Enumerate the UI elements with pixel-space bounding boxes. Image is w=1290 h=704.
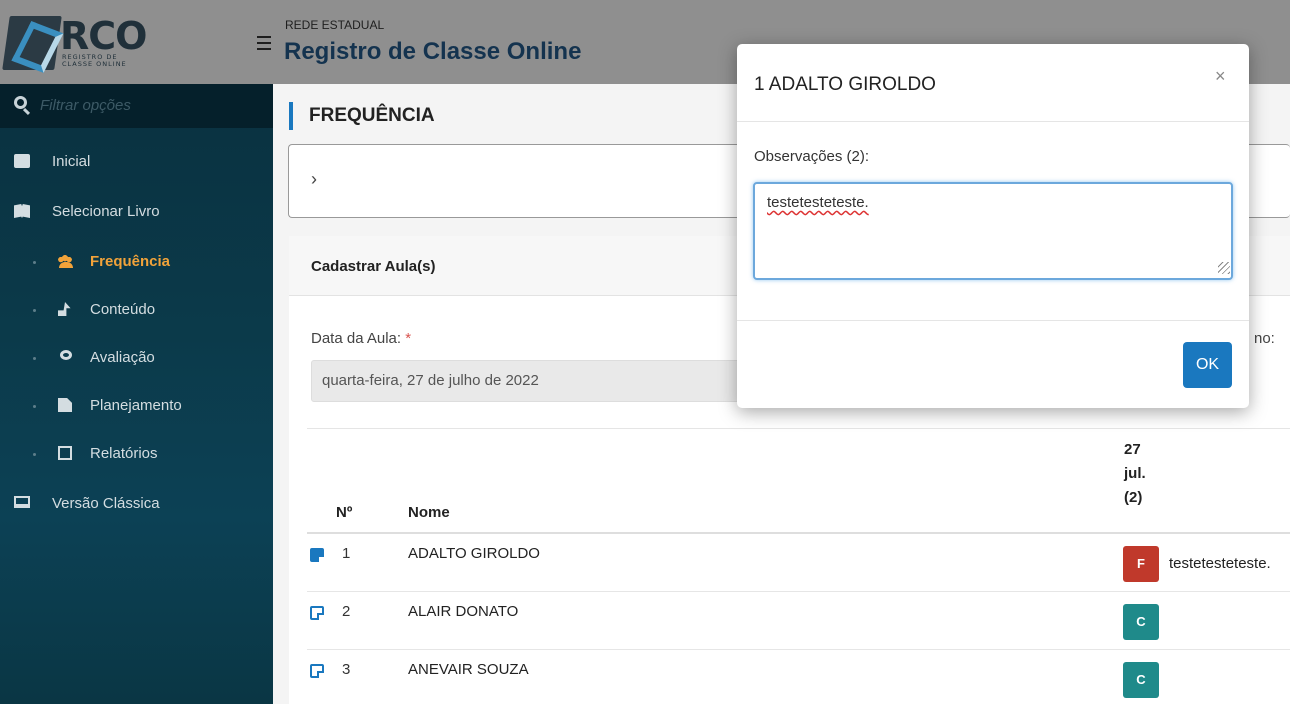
column-date-header: 27 jul. (2): [1124, 438, 1146, 510]
home-board-icon: [14, 154, 30, 168]
modal-title: 1 ADALTO GIROLDO: [754, 74, 936, 95]
column-date-count: (2): [1124, 489, 1143, 506]
attendance-badge[interactable]: C: [1123, 604, 1159, 640]
ok-button[interactable]: OK: [1183, 342, 1232, 388]
award-icon: [60, 350, 72, 360]
sidebar-item-versao-classica[interactable]: Versão Clássica: [0, 486, 273, 522]
monitor-icon: [14, 496, 30, 508]
divider: [307, 428, 1290, 429]
sidebar-item-label: Avaliação: [90, 349, 155, 366]
student-number: 1: [342, 545, 351, 562]
sidebar-item-avaliacao[interactable]: Avaliação: [0, 340, 273, 376]
sidebar-item-label: Versão Clássica: [52, 495, 160, 512]
student-number: 2: [342, 603, 351, 620]
required-mark: *: [405, 330, 412, 347]
modal-footer-divider: [737, 320, 1249, 321]
note-icon[interactable]: [310, 606, 324, 620]
logo-area: RCO REGISTRO DE CLASSE ONLINE: [0, 0, 273, 84]
column-date-month: jul.: [1124, 465, 1146, 482]
hamburger-menu-icon[interactable]: [257, 36, 271, 50]
observation-modal: 1 ADALTO GIROLDO × Observações (2): test…: [737, 44, 1249, 408]
rco-logo[interactable]: RCO REGISTRO DE CLASSE ONLINE: [2, 12, 147, 74]
page-title: FREQUÊNCIA: [289, 102, 435, 130]
column-header-number: Nº: [336, 504, 353, 521]
logo-text: RCO: [60, 14, 147, 58]
sidebar-item-label: Frequência: [90, 253, 171, 270]
header-title: Registro de Classe Online: [284, 38, 582, 65]
observations-textarea[interactable]: testetesteteste.: [753, 182, 1233, 280]
sidebar-item-conteudo[interactable]: Conteúdo: [0, 292, 273, 328]
redacted-area: [321, 161, 757, 195]
sidebar-item-relatorios[interactable]: Relatórios: [0, 436, 273, 472]
sidebar-item-selecionar-livro[interactable]: Selecionar Livro: [0, 194, 273, 230]
observation-text: testetesteteste.: [1169, 555, 1271, 572]
sidebar-item-label: Relatórios: [90, 445, 158, 462]
sidebar-item-planejamento[interactable]: Planejamento: [0, 388, 273, 424]
sidebar: Inicial Selecionar Livro Frequência Cont…: [0, 84, 273, 704]
sidebar-search: [0, 84, 273, 128]
student-number: 3: [342, 661, 351, 678]
close-icon[interactable]: ×: [1215, 66, 1226, 87]
tree-dot: [33, 357, 36, 360]
tree-dot: [33, 309, 36, 312]
date-field[interactable]: quarta-feira, 27 de julho de 2022: [311, 360, 781, 402]
tree-dot: [33, 405, 36, 408]
sidebar-item-label: Conteúdo: [90, 301, 156, 318]
search-input[interactable]: [40, 94, 260, 116]
table-row: 3 ANEVAIR SOUZA C: [307, 650, 1290, 704]
attendance-badge[interactable]: F: [1123, 546, 1159, 582]
student-name: ADALTO GIROLDO: [408, 545, 540, 562]
logo-subtext: REGISTRO DE CLASSE ONLINE: [62, 53, 127, 68]
right-label-fragment: no:: [1254, 330, 1275, 347]
note-icon[interactable]: [310, 664, 324, 678]
sidebar-item-label: Inicial: [52, 153, 91, 170]
sidebar-item-label: Planejamento: [90, 397, 182, 414]
book-icon: [14, 204, 30, 218]
sidebar-item-label: Selecionar Livro: [52, 203, 160, 220]
page-title-text: FREQUÊNCIA: [309, 105, 435, 126]
chevron-right-icon[interactable]: ›: [311, 169, 317, 190]
logo-mark-icon: [2, 16, 62, 70]
modal-header: 1 ADALTO GIROLDO ×: [737, 44, 1249, 122]
column-date-day: 27: [1124, 441, 1141, 458]
tree-dot: [33, 453, 36, 456]
pdf-icon: [58, 446, 72, 460]
column-header-name: Nome: [408, 504, 450, 521]
note-icon[interactable]: [310, 548, 324, 562]
table-row: 1 ADALTO GIROLDO F testetesteteste.: [307, 534, 1290, 592]
panel-title: Cadastrar Aula(s): [311, 258, 436, 275]
resize-handle-icon[interactable]: [1218, 262, 1230, 274]
shapes-icon: [58, 302, 71, 316]
observations-label: Observações (2):: [754, 148, 870, 165]
file-icon: [58, 398, 72, 412]
student-name: ALAIR DONATO: [408, 603, 519, 620]
table-row: 2 ALAIR DONATO C: [307, 592, 1290, 650]
date-label: Data da Aula: *: [311, 330, 411, 347]
attendance-badge[interactable]: C: [1123, 662, 1159, 698]
sidebar-item-inicial[interactable]: Inicial: [0, 144, 273, 180]
tree-dot: [33, 261, 36, 264]
people-icon: [58, 254, 73, 268]
search-icon: [14, 96, 27, 109]
student-name: ANEVAIR SOUZA: [408, 661, 529, 678]
date-label-text: Data da Aula:: [311, 330, 402, 347]
header-subtitle: REDE ESTADUAL: [285, 18, 385, 32]
sidebar-item-frequencia[interactable]: Frequência: [0, 244, 273, 280]
